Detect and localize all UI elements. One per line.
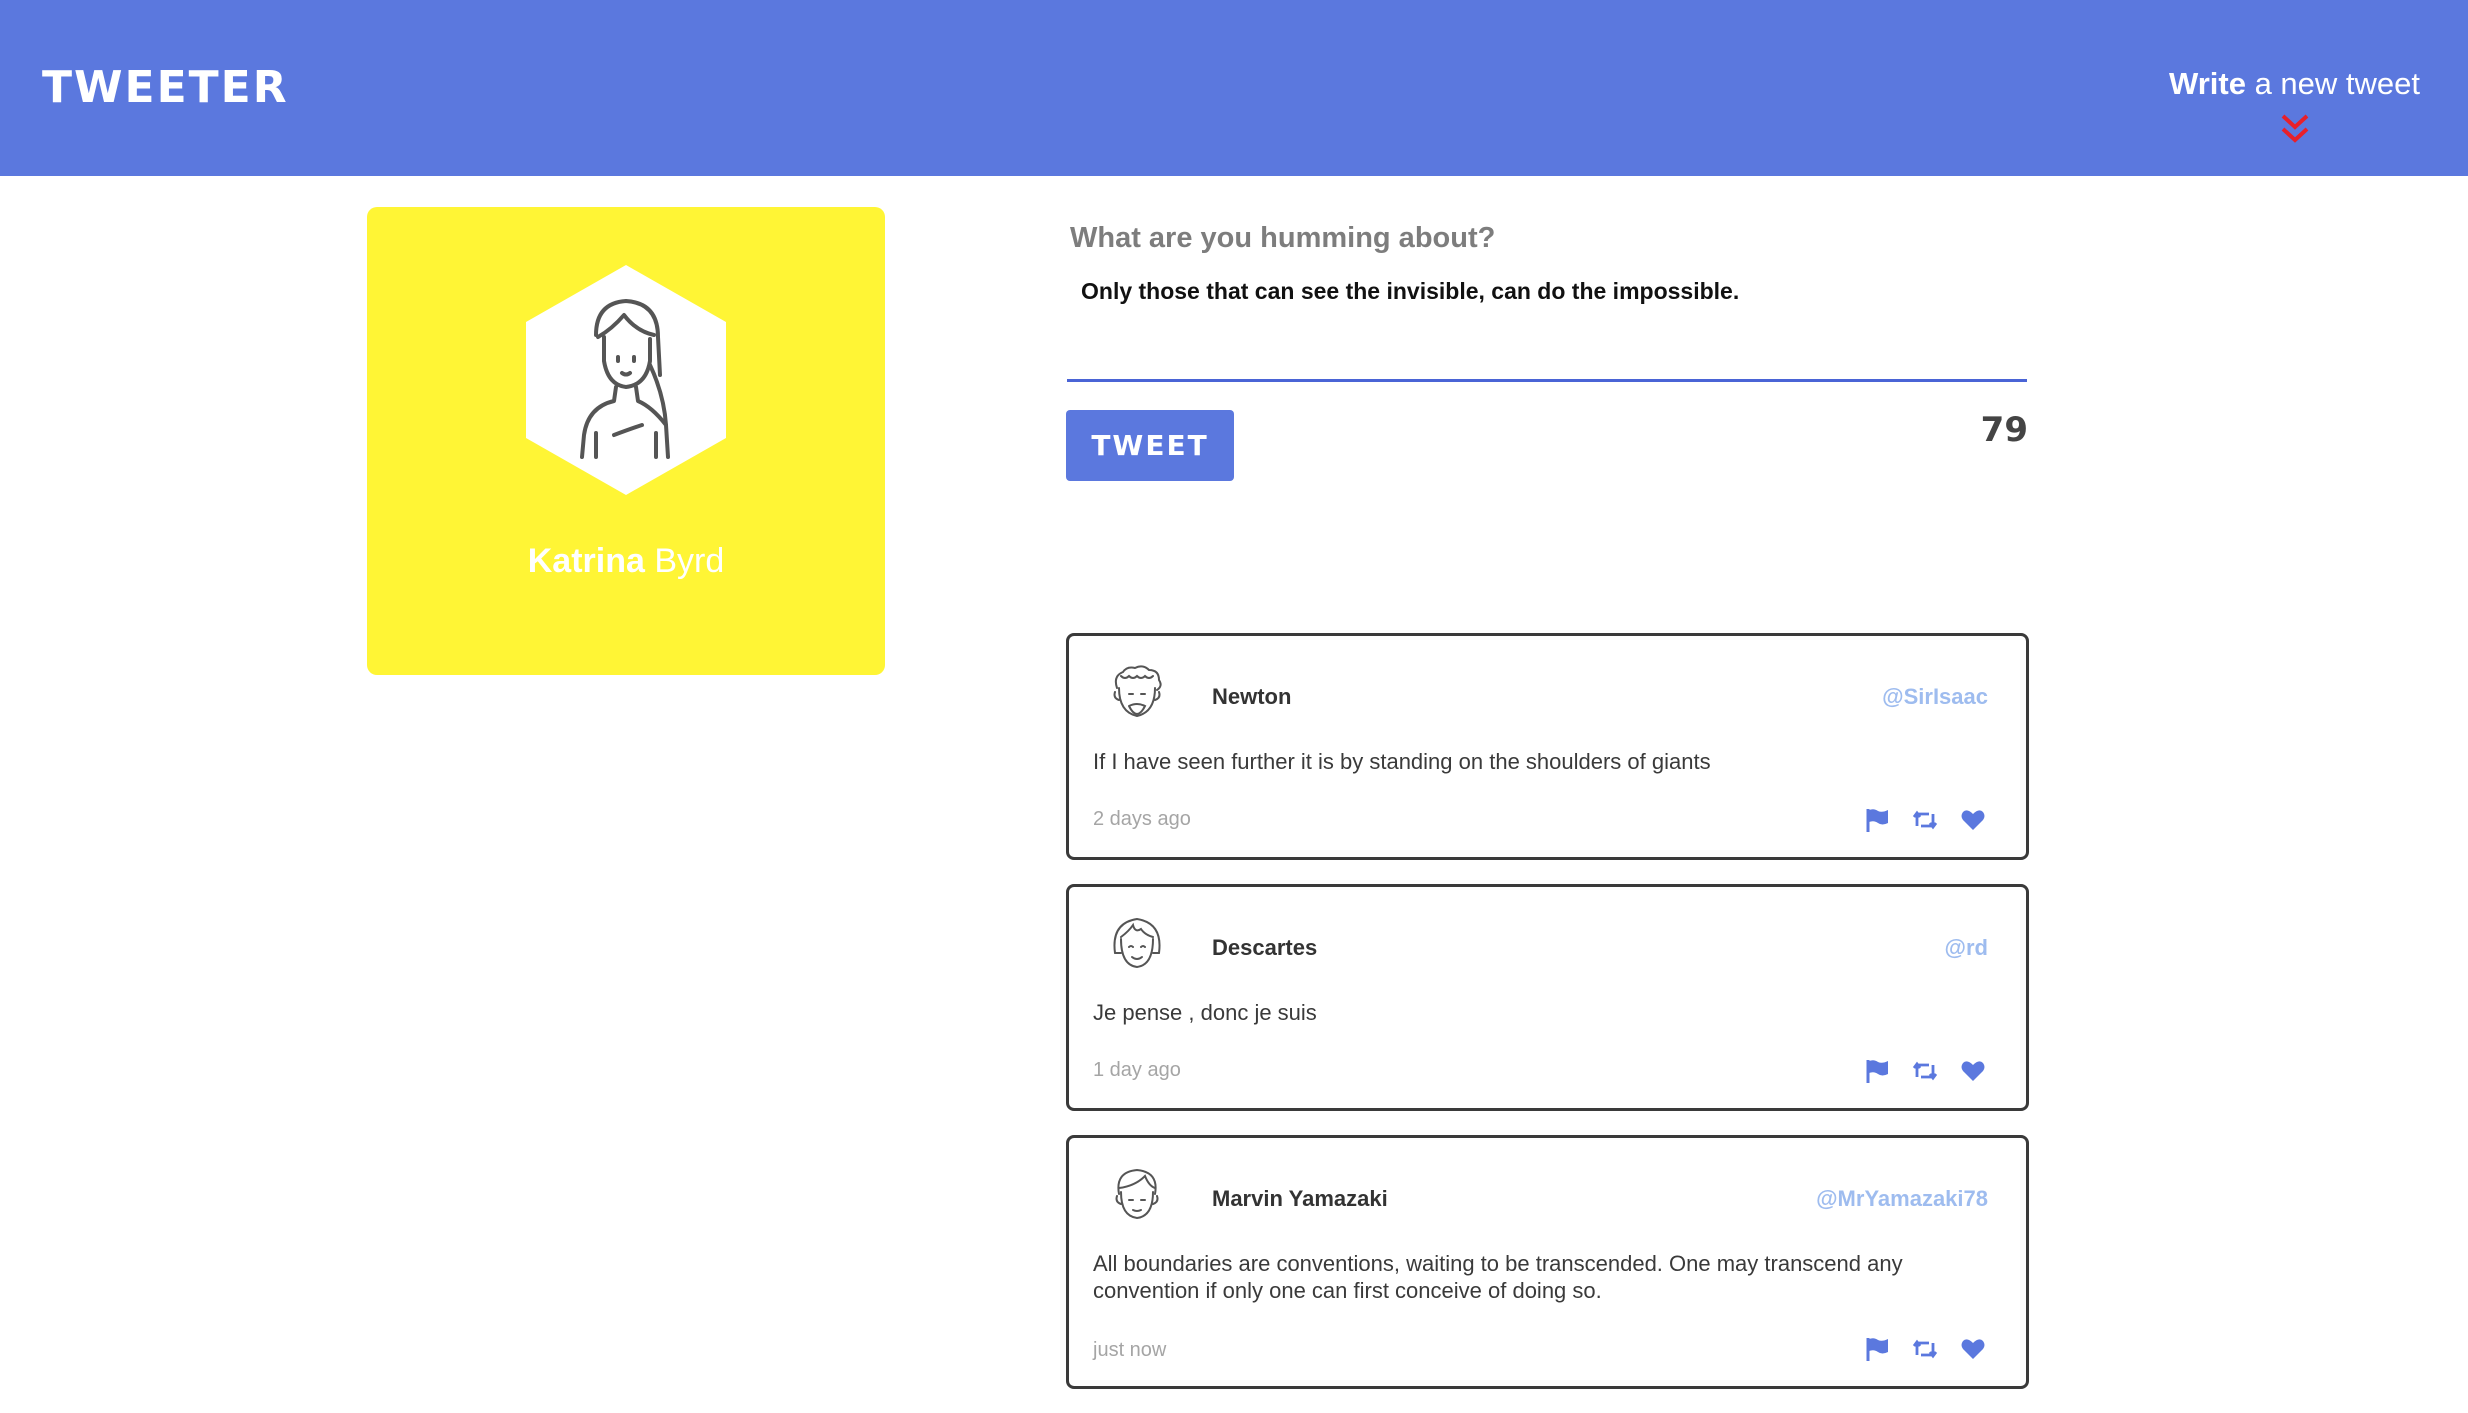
tweet-text: All boundaries are conventions, waiting … <box>1093 1251 1903 1303</box>
tweet-actions <box>1864 1058 1986 1084</box>
tweet-text: Je pense , donc je suis <box>1093 1000 1317 1025</box>
tweet-feed: Newton @SirIsaac If I have seen further … <box>1066 633 2029 1413</box>
tweet-card: Newton @SirIsaac If I have seen further … <box>1066 633 2029 860</box>
profile-first-name: Katrina <box>527 542 645 580</box>
tweet-handle[interactable]: @MrYamazaki78 <box>1816 1186 1988 1212</box>
toggle-label: Write a new tweet <box>2169 66 2420 101</box>
profile-avatar <box>526 265 726 495</box>
tweet-button[interactable]: TWEET <box>1066 410 1234 481</box>
tweet-actions <box>1864 807 1986 833</box>
tweet-card: Marvin Yamazaki @MrYamazaki78 All bounda… <box>1066 1135 2029 1389</box>
heart-icon[interactable] <box>1960 807 1986 833</box>
retweet-icon[interactable] <box>1912 1336 1938 1362</box>
double-chevron-down-icon[interactable] <box>2278 112 2312 146</box>
tweet-textarea[interactable] <box>1067 274 2027 382</box>
bob-hair-avatar-icon <box>1113 917 1161 969</box>
tweet-time: 2 days ago <box>1093 808 1191 830</box>
retweet-icon[interactable] <box>1912 807 1938 833</box>
toggle-label-rest: a new tweet <box>2245 66 2420 101</box>
flag-icon[interactable] <box>1864 807 1890 833</box>
heart-icon[interactable] <box>1960 1058 1986 1084</box>
tweet-time: just now <box>1093 1339 1167 1361</box>
profile-card: Katrina Byrd <box>367 207 885 675</box>
young-man-avatar-icon <box>1115 1168 1159 1220</box>
profile-name: Katrina Byrd <box>367 542 885 581</box>
logo: TWEETER <box>42 62 289 113</box>
tweet-actions <box>1864 1336 1986 1362</box>
tweet-handle[interactable]: @SirIsaac <box>1882 684 1988 710</box>
tweet-time: 1 day ago <box>1093 1059 1181 1081</box>
tweet-author: Newton <box>1212 684 1292 709</box>
heart-icon[interactable] <box>1960 1336 1986 1362</box>
flag-icon[interactable] <box>1864 1058 1890 1084</box>
toggle-label-bold: Write <box>2169 66 2246 101</box>
tweet-author: Descartes <box>1212 935 1318 960</box>
profile-last-name: Byrd <box>644 542 725 580</box>
compose-label: What are you humming about? <box>1070 222 1496 254</box>
top-nav: TWEETER Write a new tweet <box>0 0 2468 176</box>
tweet-handle[interactable]: @rd <box>1945 935 1988 961</box>
flag-icon[interactable] <box>1864 1336 1890 1362</box>
tweet-text: If I have seen further it is by standing… <box>1093 749 1711 774</box>
retweet-icon[interactable] <box>1912 1058 1938 1084</box>
tweet-author: Marvin Yamazaki <box>1212 1186 1388 1211</box>
write-new-tweet-toggle[interactable]: Write a new tweet <box>2169 66 2420 146</box>
tweet-card: Descartes @rd Je pense , donc je suis 1 … <box>1066 884 2029 1111</box>
curly-hair-man-avatar-icon <box>1113 665 1162 718</box>
character-counter: 79 <box>1980 410 2028 450</box>
